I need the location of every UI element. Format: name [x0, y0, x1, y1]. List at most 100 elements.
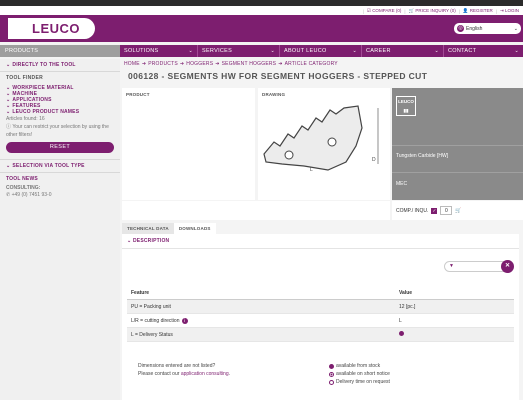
login-link[interactable]: ⇥ LOGIN: [500, 8, 519, 14]
series-label: MEC: [396, 181, 408, 187]
tab-technical-data[interactable]: TECHNICAL DATA: [122, 223, 174, 234]
tool-news-block: TOOL NEWS CONSULTING: ✆ +49 (0) 7451 93-…: [0, 173, 120, 202]
nav-label: CAREER: [366, 48, 391, 54]
description-toggle[interactable]: ⌄ DESCRIPTION: [122, 234, 519, 249]
value-cell: L: [399, 317, 402, 324]
value-cell: 12 [pc.]: [399, 303, 416, 310]
tool-finder-heading: TOOL FINDER: [6, 75, 44, 81]
register-link[interactable]: 👤 REGISTER: [463, 8, 493, 14]
checkbox-compare[interactable]: ✓: [431, 207, 438, 214]
nav-item-services[interactable]: SERVICES ⌄: [198, 45, 280, 57]
nav-item-career[interactable]: CAREER ⌄: [362, 45, 444, 57]
table-header: Feature Value: [127, 286, 514, 300]
sidebar: ⌄ DIRECTLY TO THE TOOL TOOL FINDER ⌄ WORKP…: [0, 59, 120, 400]
direct-label: DIRECTLY TO THE TOOL: [12, 62, 76, 68]
phone-icon: ✆: [6, 192, 11, 198]
breadcrumb: HOME ➜ PRODUCTS ➜ HOGGERS ➜ SEGMENT HOGGERS ➜ AR…: [122, 59, 523, 68]
main-content: HOME ➜ PRODUCTS ➜ HOGGERS ➜ SEGMENT HOGGERS ➜ AR…: [122, 59, 523, 400]
tool-news-link[interactable]: TOOL NEWS: [6, 176, 114, 182]
chevron-down-icon: ⌄: [513, 25, 518, 32]
feature-cell: PU = Packing unit: [131, 303, 171, 310]
segment-outline: [263, 105, 363, 171]
legend-item: available from stock: [329, 362, 390, 370]
nav-item-solutions[interactable]: SOLUTIONS ⌄: [120, 45, 198, 57]
phone-number: +49 (0) 7451 93-0: [11, 192, 52, 198]
consulting-label: CONSULTING:: [6, 185, 41, 191]
description-panel: ⌄ DESCRIPTION ▼ ✕ Feature Value PU = Pac…: [122, 234, 519, 400]
breadcrumb-hoggers[interactable]: HOGGERS: [186, 61, 213, 67]
application-consulting-link[interactable]: application consulting: [181, 371, 229, 377]
legend-label: Delivery time on request: [336, 379, 390, 385]
description-heading: DESCRIPTION: [132, 238, 170, 244]
table-row: L/R = cutting direction i L: [127, 314, 514, 328]
chevron-down-icon: ⌄: [6, 62, 11, 68]
leuco-logo[interactable]: LEUCO: [8, 18, 95, 39]
breadcrumb-home[interactable]: HOME: [124, 61, 140, 67]
compare-inquiry-card: COMP./ INQU. ✓ 0 🛒: [392, 201, 523, 220]
nav-menu: SOLUTIONS ⌄ SERVICES ⌄ ABOUT LEUCO ⌄ CAREER…: [120, 45, 523, 57]
info-icon[interactable]: i: [181, 317, 188, 324]
nav-label: SOLUTIONS: [124, 48, 159, 54]
material-card: Tungsten Carbide [HW]: [392, 145, 523, 172]
chevron-down-icon: ⌄: [6, 163, 11, 169]
selection-tool-type[interactable]: ⌄ SELECTION VIA TOOL TYPE: [0, 160, 120, 173]
login-label: LOGIN: [504, 8, 519, 13]
price-inquiry-label: PRICE INQUIRY (0): [415, 8, 456, 13]
feature-cell: L = Delivery Status: [131, 331, 173, 338]
nav-products[interactable]: PRODUCTS: [0, 45, 120, 57]
nav-item-about[interactable]: ABOUT LEUCO ⌄: [280, 45, 362, 57]
nav-label: ABOUT LEUCO: [284, 48, 327, 54]
price-inquiry-link[interactable]: 🛒 PRICE INQUIRY (0): [409, 8, 456, 14]
reset-button[interactable]: RESET: [6, 142, 114, 153]
bore-hole-left: [284, 150, 294, 160]
leuco-hw-logo: LEUCO ▮▮: [396, 96, 416, 116]
dimensions-note: Dimensions entered are not listed? Pleas…: [138, 362, 230, 378]
consulting-phone[interactable]: ✆ +49 (0) 7451 93-0: [6, 192, 114, 199]
compare-label: COMPARE (0): [372, 8, 402, 13]
availability-legend: available from stock available on short …: [329, 362, 390, 386]
language-select[interactable]: ◎ English ⌄: [454, 23, 521, 34]
chevron-down-icon: ⌄: [188, 48, 193, 54]
feature-cell: L/R = cutting direction i: [127, 317, 399, 324]
legend-item: Delivery time on request: [329, 378, 390, 386]
direct-to-tool[interactable]: ⌄ DIRECTLY TO THE TOOL: [0, 59, 120, 72]
breadcrumb-article-category[interactable]: ARTICLE CATEGORY: [285, 61, 338, 67]
feature-text: L/R = cutting direction: [131, 317, 180, 324]
info-icon: ⓘ: [6, 124, 12, 130]
short-notice-dot-icon: [329, 371, 334, 377]
nav-item-contact[interactable]: CONTACT ⌄: [444, 45, 523, 57]
restrict-info: ⓘ Your can restrict your selection by us…: [6, 123, 114, 139]
series-card: MEC: [392, 172, 523, 200]
cart-icon[interactable]: 🛒: [455, 208, 461, 214]
logo-text: LEUCO: [32, 21, 80, 36]
tab-downloads[interactable]: DOWNLOADS: [173, 223, 216, 234]
drawing-card: DRAWING D L: [258, 88, 390, 200]
filter-icon: ▼: [449, 263, 454, 269]
note-prefix: Please contact our: [138, 371, 181, 377]
header: LEUCO ◎ English ⌄: [0, 15, 523, 42]
arrow-right-icon: ➜: [141, 61, 147, 67]
quantity-field[interactable]: 0: [440, 206, 453, 215]
breadcrumb-products[interactable]: PRODUCTS: [148, 61, 178, 67]
breadcrumb-segment-hoggers[interactable]: SEGMENT HOGGERS: [222, 61, 277, 67]
compare-link[interactable]: ☑ COMPARE (0): [367, 8, 401, 14]
tab-bar: TECHNICAL DATA DOWNLOADS: [122, 223, 216, 234]
language-label: English: [466, 25, 483, 32]
feature-filter: ▼ ✕: [444, 260, 514, 273]
note-line-2: Please contact our application consultin…: [138, 370, 230, 378]
tool-finder: TOOL FINDER ⌄ WORKPIECE MATERIAL ⌄ MACHINE…: [0, 72, 120, 160]
legend-label: available from stock: [336, 363, 381, 369]
arrow-right-icon: ➜: [278, 61, 283, 67]
dimension-d-label: D: [372, 157, 376, 163]
legend-label: available on short notice: [336, 371, 390, 377]
legend-item: available on short notice: [329, 370, 390, 378]
filter-input[interactable]: ▼: [444, 261, 504, 272]
chevron-down-icon: ⌄: [352, 48, 357, 54]
clear-filter-button[interactable]: ✕: [501, 260, 514, 273]
page-title: 006128 - SEGMENTS HW FOR SEGMENT HOGGERS…: [128, 71, 428, 81]
table-row: L = Delivery Status: [127, 328, 514, 342]
col-value: Value: [399, 289, 413, 296]
product-info-bar: [122, 201, 390, 220]
nav-label: CONTACT: [448, 48, 477, 54]
nav-label: SERVICES: [202, 48, 233, 54]
